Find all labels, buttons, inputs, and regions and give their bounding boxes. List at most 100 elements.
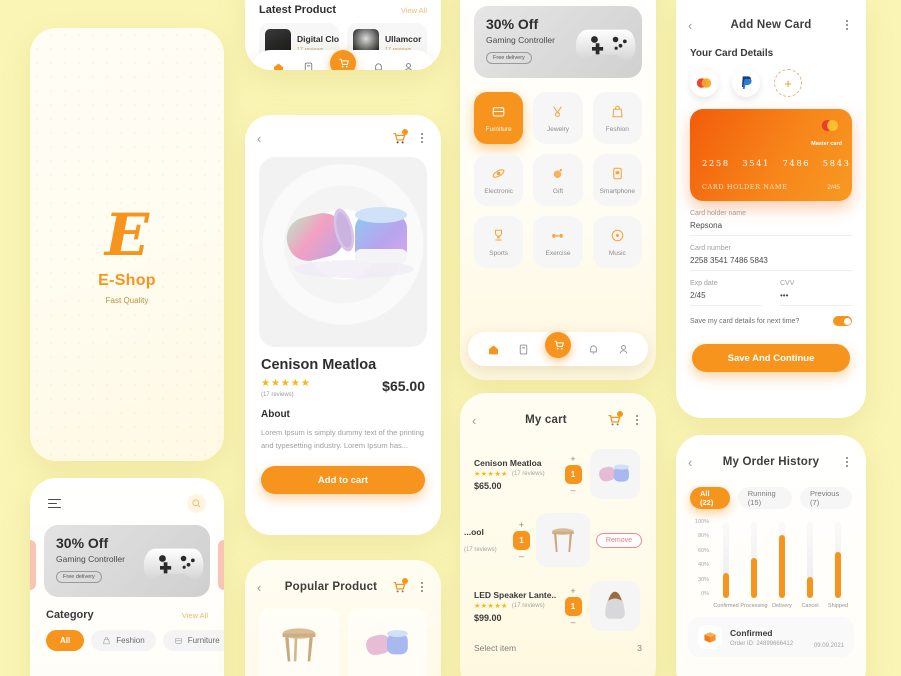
paypal-icon[interactable] [732, 69, 760, 97]
category-tile-music[interactable]: Music [592, 216, 642, 268]
latest-view-all[interactable]: View All [401, 6, 427, 15]
nav-bell-icon[interactable] [370, 59, 386, 70]
screenshot-canvas: E E-Shop Fast Quality 30% Off Gaming Con… [0, 0, 901, 676]
tile-label: Jewelry [546, 125, 570, 133]
more-options-icon[interactable] [415, 132, 429, 144]
tab-running[interactable]: Running (15) [737, 487, 793, 509]
category-tile-exercise[interactable]: Exercise [533, 216, 583, 268]
carousel-peek-right [218, 540, 224, 590]
bar-label: Delivery [772, 603, 792, 609]
list-item[interactable]: Cenison Mea... [347, 608, 427, 676]
category-view-all[interactable]: View All [182, 611, 208, 620]
chip-all[interactable]: All [46, 630, 85, 651]
nav-bookmark-icon[interactable] [300, 59, 316, 70]
category-tile-furniture[interactable]: Furniture [474, 92, 524, 144]
cart-item-price: $99.00 [474, 612, 502, 623]
order-history-row[interactable]: Confirmed Order ID: 24899666412 09.09.20… [688, 617, 854, 657]
chip-feshion[interactable]: Feshion [91, 630, 156, 651]
more-options-icon[interactable] [630, 414, 644, 426]
category-promo-banner[interactable]: 30% Off Gaming Controller Free delivery [474, 6, 642, 78]
product-detail-screen: ‹ Cenison Meatloa ★★★★★ (17 reviews) $65… [245, 115, 441, 535]
rating-stars: ★★★★★ [261, 378, 311, 389]
chart-bar-group: Processing [740, 522, 768, 609]
back-icon[interactable]: ‹ [257, 580, 271, 595]
mastercard-icon [821, 119, 839, 132]
category-tile-jewelry[interactable]: Jewelry [533, 92, 583, 144]
decrement-button[interactable]: – [570, 485, 575, 494]
decrement-button[interactable]: – [519, 551, 524, 560]
back-icon[interactable]: ‹ [688, 18, 702, 33]
add-card-icon[interactable]: + [774, 69, 802, 97]
bar-label: Confirmed [713, 603, 739, 609]
cart-item-stars: ★★★★★ [474, 602, 508, 610]
category-tile-sports[interactable]: Sports [474, 216, 524, 268]
select-item-row[interactable]: Select item 3 [460, 631, 656, 653]
remove-button[interactable]: Remove [595, 532, 642, 548]
tile-label: Sports [489, 249, 509, 257]
back-icon[interactable]: ‹ [472, 413, 486, 428]
home-header [30, 478, 224, 513]
nav-bookmark-icon[interactable] [515, 341, 531, 357]
card-number-field[interactable]: Card number 2258 3541 7486 5843 [676, 236, 866, 271]
cvv-field[interactable]: CVV ••• [780, 280, 852, 306]
about-text: Lorem Ipsum is simply dummy text of the … [261, 428, 424, 451]
nav-home-icon[interactable] [485, 341, 501, 357]
card-holder-value: Repsona [690, 221, 852, 236]
more-options-icon[interactable] [415, 581, 429, 593]
card-holder-field[interactable]: Card holder name Repsona [676, 201, 866, 236]
card-topbar: ‹ Add New Card [676, 10, 866, 40]
furniture-icon [175, 637, 182, 644]
increment-button[interactable]: + [570, 586, 575, 595]
tab-previous[interactable]: Previous (7) [800, 487, 852, 509]
nav-cart-fab[interactable] [330, 49, 356, 70]
back-icon[interactable]: ‹ [688, 455, 702, 470]
back-icon[interactable]: ‹ [257, 131, 271, 146]
save-and-continue-button[interactable]: Save And Continue [692, 344, 850, 372]
cart-icon[interactable] [391, 129, 408, 146]
increment-button[interactable]: + [519, 520, 524, 529]
nav-cart-fab[interactable] [545, 331, 571, 358]
credit-card-preview: Master card 2258 3541 7486 5843 CARD HOL… [690, 109, 852, 201]
nav-user-icon[interactable] [400, 59, 416, 70]
list-item[interactable]: Nomad Stool [259, 608, 339, 676]
gaming-controller-illustration [143, 548, 204, 580]
nav-home-icon[interactable] [270, 59, 286, 70]
category-chip-list: All Feshion Furniture [30, 621, 224, 651]
more-options-icon[interactable] [840, 456, 854, 468]
mastercard-icon[interactable] [690, 69, 718, 97]
category-tile-feshion[interactable]: Feshion [592, 92, 642, 144]
cart-icon[interactable] [391, 578, 408, 595]
bar-label: Cancel [801, 603, 819, 609]
menu-icon[interactable] [48, 496, 61, 511]
cart-item-thumbnail [535, 513, 590, 567]
category-tile-gift[interactable]: Gift [533, 154, 583, 206]
chip-furniture[interactable]: Furniture [162, 630, 224, 651]
nav-user-icon[interactable] [615, 341, 631, 357]
tile-label: Feshion [605, 125, 629, 133]
music-icon [611, 229, 624, 241]
cart-item-name: LED Speaker Lante... [474, 589, 556, 600]
tab-all[interactable]: All (22) [690, 487, 730, 509]
home-promo-banner[interactable]: 30% Off Gaming Controller Free delivery [44, 525, 210, 597]
y-tick: 60% [697, 547, 709, 554]
free-delivery-badge: Free delivery [486, 52, 532, 64]
detail-topbar: ‹ [245, 123, 441, 153]
product-hero-image [259, 157, 427, 347]
add-to-cart-button[interactable]: Add to cart [261, 466, 425, 495]
order-date: 09.09.2021 [813, 643, 844, 649]
category-tile-electronic[interactable]: Electronic [474, 154, 524, 206]
decrement-button[interactable]: – [570, 617, 575, 626]
category-tile-smartphone[interactable]: Smartphone [592, 154, 642, 206]
tile-label: Furniture [485, 125, 512, 133]
cart-icon[interactable] [606, 411, 623, 428]
save-card-toggle[interactable] [833, 316, 852, 326]
quantity-stepper: + 1 – [562, 586, 584, 626]
more-options-icon[interactable] [840, 19, 854, 31]
increment-button[interactable]: + [570, 454, 575, 463]
latest-product-header: Latest Product View All [245, 0, 441, 16]
nav-bell-icon[interactable] [585, 341, 601, 357]
tile-label: Smartphone [599, 187, 636, 195]
exp-date-field[interactable]: Exp date 2/45 [690, 280, 762, 306]
search-icon[interactable] [187, 494, 206, 513]
cart-row: Cenison Meatloa ★★★★★ (17 reviews) $65.0… [460, 435, 656, 499]
